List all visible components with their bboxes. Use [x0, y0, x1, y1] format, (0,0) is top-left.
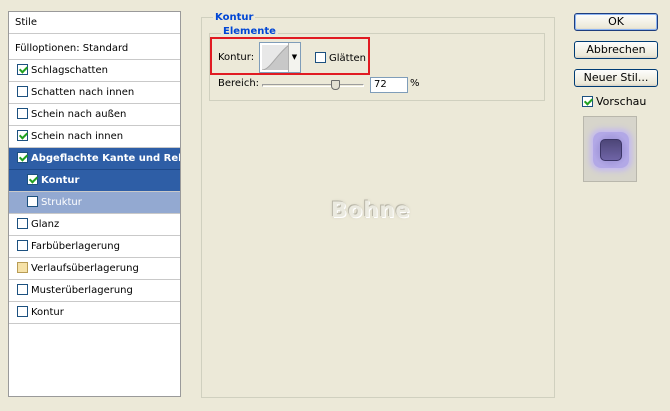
style-item-label: Abgeflachte Kante und Relief — [31, 153, 180, 164]
ok-button[interactable]: OK — [574, 13, 658, 31]
smooth-checkbox-wrap[interactable]: Glätten — [315, 52, 366, 64]
style-item-label: Verlaufsüberlagerung — [31, 263, 139, 274]
checkbox[interactable] — [17, 262, 28, 273]
style-item-outer-glow[interactable]: Schein nach außen — [9, 104, 180, 126]
checkbox[interactable] — [17, 86, 28, 97]
checkbox[interactable] — [17, 306, 28, 317]
elements-title: Elemente — [221, 26, 278, 37]
checkbox[interactable] — [17, 152, 28, 163]
cancel-button[interactable]: Abbrechen — [574, 41, 658, 59]
checkbox[interactable] — [17, 284, 28, 295]
style-item-label: Kontur — [31, 307, 64, 318]
checkbox[interactable] — [17, 240, 28, 251]
style-item-satin[interactable]: Glanz — [9, 214, 180, 236]
style-item-label: Struktur — [41, 197, 82, 208]
range-slider-thumb[interactable] — [331, 80, 341, 90]
preview-checkbox[interactable] — [582, 96, 593, 107]
checkbox[interactable] — [17, 64, 28, 75]
styles-header-label: Stile — [15, 17, 37, 28]
style-item-inner-glow[interactable]: Schein nach innen — [9, 126, 180, 148]
style-item-label: Fülloptionen: Standard — [15, 43, 129, 54]
style-preview-icon — [583, 116, 637, 182]
preview-toggle[interactable]: Vorschau — [582, 95, 646, 108]
style-item-stroke[interactable]: Kontur — [9, 302, 180, 324]
preview-text: Bohne — [331, 198, 411, 222]
style-item-inner-shadow[interactable]: Schatten nach innen — [9, 82, 180, 104]
style-item-label: Glanz — [31, 219, 60, 230]
chevron-down-icon[interactable]: ▼ — [288, 43, 300, 72]
styles-list: Stile Fülloptionen: Standard Schlagschat… — [8, 11, 181, 397]
style-item-drop-shadow[interactable]: Schlagschatten — [9, 60, 180, 82]
range-slider[interactable] — [262, 84, 364, 87]
style-item-label: Farbüberlagerung — [31, 241, 120, 252]
style-item-gradient-overlay[interactable]: Verlaufsüberlagerung — [9, 258, 180, 280]
contour-curve-icon — [262, 45, 289, 70]
preview-core — [600, 139, 622, 161]
checkbox[interactable] — [17, 218, 28, 229]
smooth-label: Glätten — [329, 53, 366, 64]
checkbox[interactable] — [27, 196, 38, 207]
style-item-color-overlay[interactable]: Farbüberlagerung — [9, 236, 180, 258]
smooth-checkbox[interactable] — [315, 52, 326, 63]
style-item-label: Musterüberlagerung — [31, 285, 133, 296]
style-item-label: Schein nach innen — [31, 131, 124, 142]
preview-label: Vorschau — [596, 95, 647, 108]
new-style-button[interactable]: Neuer Stil... — [574, 69, 658, 87]
group-title: Kontur — [213, 12, 256, 23]
style-item-pattern-overlay[interactable]: Musterüberlagerung — [9, 280, 180, 302]
checkbox[interactable] — [27, 174, 38, 185]
styles-header[interactable]: Stile — [9, 12, 180, 34]
range-unit: % — [410, 78, 420, 89]
style-item-label: Schlagschatten — [31, 65, 108, 76]
style-item-label: Schatten nach innen — [31, 87, 135, 98]
style-item-bevel-emboss[interactable]: Abgeflachte Kante und Relief — [9, 148, 180, 170]
range-input[interactable]: 72 — [370, 77, 408, 93]
style-item-label: Kontur — [41, 175, 80, 186]
contour-picker[interactable]: ▼ — [259, 42, 301, 73]
contour-label: Kontur: — [218, 52, 255, 63]
style-item-texture[interactable]: Struktur — [9, 192, 180, 214]
style-item-fill-options[interactable]: Fülloptionen: Standard — [9, 38, 180, 60]
checkbox[interactable] — [17, 130, 28, 141]
checkbox[interactable] — [17, 108, 28, 119]
range-label: Bereich: — [218, 78, 260, 89]
style-item-label: Schein nach außen — [31, 109, 127, 120]
style-item-contour-child[interactable]: Kontur — [9, 170, 180, 192]
